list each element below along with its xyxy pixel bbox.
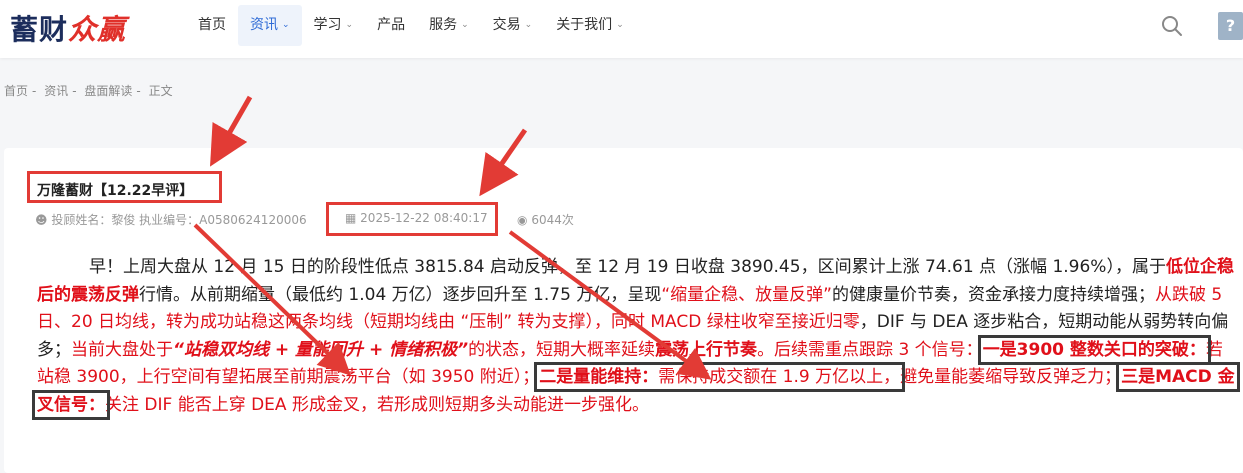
eye-icon: ◉	[517, 213, 528, 227]
body-text: 的健康量价节奏，资金承接力度持续增强；	[831, 284, 1155, 305]
site-logo[interactable]: 蓄财众赢	[10, 8, 126, 48]
breadcrumb-home[interactable]: 首页	[4, 84, 28, 98]
nav-label: 服务	[429, 17, 458, 33]
breadcrumb-current: 正文	[148, 84, 173, 98]
signal-1-title: 一是3900 整数关口的突破：	[982, 339, 1206, 360]
nav-item-learn[interactable]: 学习 ⌄	[302, 5, 366, 46]
nav-item-news[interactable]: 资讯 ⌄	[238, 5, 302, 46]
breadcrumb-separator: -	[136, 84, 141, 98]
nav-item-about[interactable]: 关于我们 ⌄	[544, 5, 636, 46]
date-annotation-box	[326, 202, 498, 236]
highlight-text: “缩量企稳、放量反弹”	[661, 284, 832, 305]
logo-text-main: 蓄财	[10, 13, 69, 46]
author-meta: ☻ 投顾姓名：黎俊 执业编号：A0580624120006	[35, 211, 307, 228]
highlight-text: 震荡上行节奏	[655, 339, 758, 360]
nav-label: 资讯	[250, 17, 278, 33]
signal-2-title: 二是量能维持：	[539, 367, 659, 387]
chevron-down-icon: ⌄	[524, 20, 533, 30]
nav-item-trade[interactable]: 交易 ⌄	[481, 5, 545, 46]
article-body: 早！上周大盘从 12 月 15 日的阶段性低点 3815.84 启动反弹，至 1…	[32, 254, 1240, 420]
highlight-text: 。后续需重点跟踪 3 个信号：	[757, 339, 983, 360]
chevron-down-icon: ⌄	[616, 20, 624, 30]
nav-label: 关于我们	[556, 17, 613, 33]
nav-item-services[interactable]: 服务 ⌄	[417, 5, 481, 46]
breadcrumb-news[interactable]: 资讯	[44, 84, 68, 98]
chevron-down-icon: ⌄	[461, 20, 469, 30]
signal-2-text: 需保持成交额在 1.9 万亿以上，	[658, 367, 901, 387]
nav-label: 交易	[492, 17, 521, 33]
top-navigation-bar: 蓄财众赢 首页 资讯 ⌄ 学习 ⌄ 产品 服务 ⌄ 交易 ⌄ 关于我们 ⌄ ?	[0, 0, 1243, 58]
nav-item-home[interactable]: 首页	[186, 5, 238, 46]
highlight-text: 当前大盘处于	[71, 339, 173, 360]
signal-3-text: 关注 DIF 能否上穿 DEA 形成金叉，若形成则短期多头动能进一步强化。	[105, 394, 649, 415]
nav-label: 学习	[313, 17, 342, 33]
highlight-text: “站稳双均线 + 量能回升 + 情绪积极”	[173, 339, 469, 360]
search-icon[interactable]	[1160, 14, 1184, 38]
avatar[interactable]: ?	[1218, 12, 1243, 40]
body-text: 避免量能萎缩导致反弹乏力；	[900, 367, 1122, 387]
logo-text-accent: 众赢	[68, 13, 127, 46]
breadcrumb-separator: -	[32, 84, 37, 98]
breadcrumb: 首页 - 资讯 - 盘面解读 - 正文	[4, 82, 177, 99]
nav-item-products[interactable]: 产品	[365, 5, 417, 46]
user-icon: ☻	[35, 213, 48, 227]
nav-label: 首页	[198, 17, 226, 33]
highlight-text: 的状态，短期大概率延续	[468, 339, 656, 360]
main-nav: 首页 资讯 ⌄ 学习 ⌄ 产品 服务 ⌄ 交易 ⌄ 关于我们 ⌄	[186, 5, 636, 46]
breadcrumb-separator: -	[72, 84, 77, 98]
chevron-down-icon: ⌄	[282, 20, 290, 30]
body-text: 早！上周大盘从 12 月 15 日的阶段性低点 3815.84 启动反弹，至 1…	[89, 257, 1166, 277]
chevron-down-icon: ⌄	[345, 20, 354, 30]
body-text: 行情。从前期缩量（最低约 1.04 万亿）逐步回升至 1.75 万亿，呈现	[139, 284, 662, 305]
author-text: 投顾姓名：黎俊 执业编号：A0580624120006	[51, 213, 307, 227]
nav-label: 产品	[377, 17, 406, 33]
breadcrumb-market-analysis[interactable]: 盘面解读	[84, 84, 132, 98]
views-meta: ◉ 6044次	[517, 211, 574, 228]
view-count: 6044次	[531, 213, 574, 227]
title-annotation-box	[27, 171, 222, 203]
